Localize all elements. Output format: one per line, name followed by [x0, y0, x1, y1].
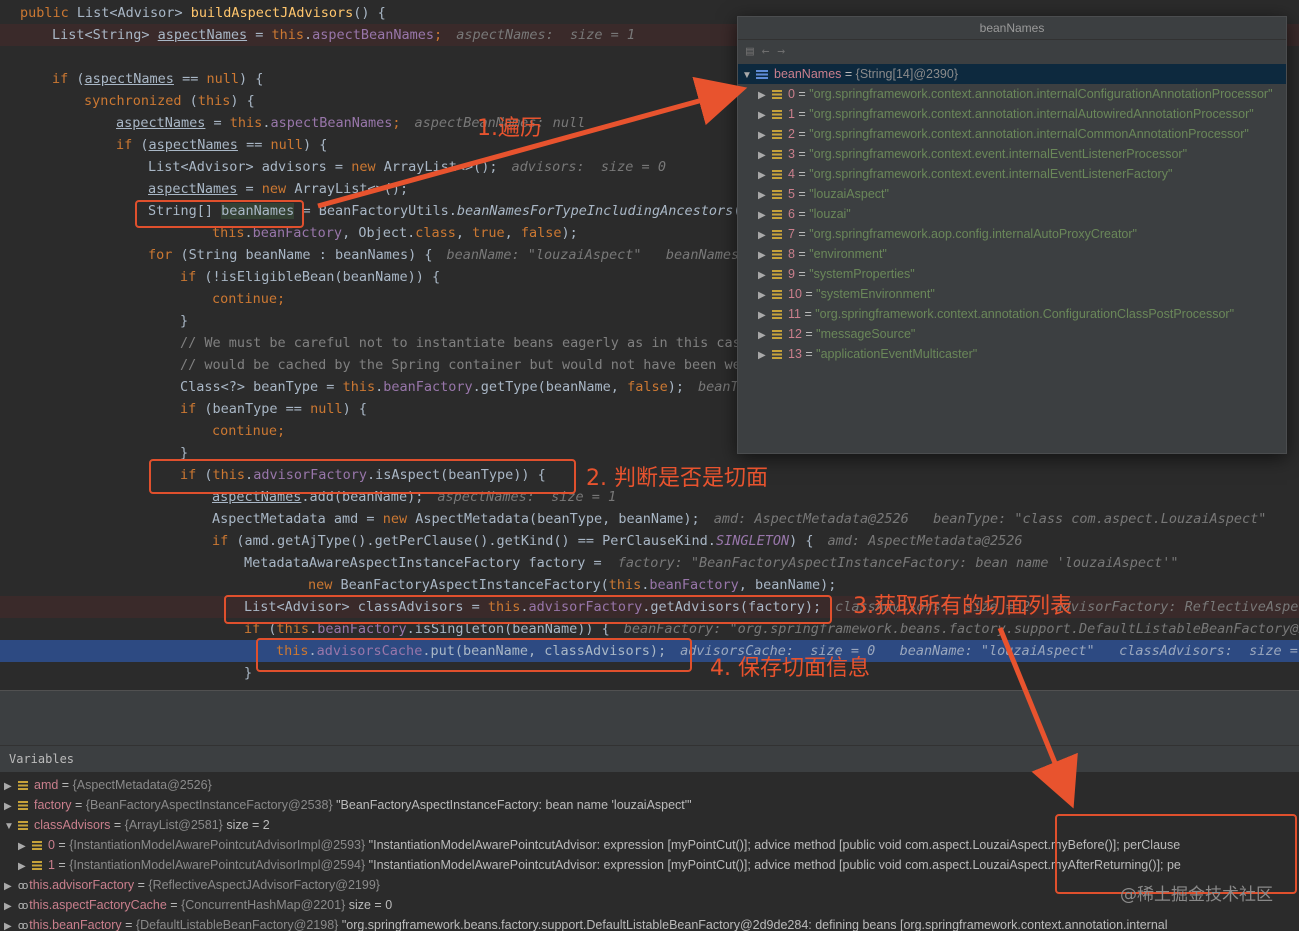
- annotation-box-getadvisors: [224, 595, 832, 624]
- annotation-step-2: 2. 判断是否是切面: [586, 466, 768, 491]
- annotation-step-4: 4. 保存切面信息: [710, 656, 870, 681]
- annotation-box-advisorscache: [256, 638, 692, 672]
- annotation-box-isaspect: [149, 459, 576, 494]
- annotation-step-1: 1.遍历: [477, 116, 542, 141]
- annotation-box-beannames: [135, 200, 304, 228]
- arrow-to-classadvisors: [997, 627, 1078, 809]
- watermark: @稀土掘金技术社区: [1120, 885, 1273, 905]
- annotation-step-3: 3.获取所有的切面列表: [853, 594, 1072, 619]
